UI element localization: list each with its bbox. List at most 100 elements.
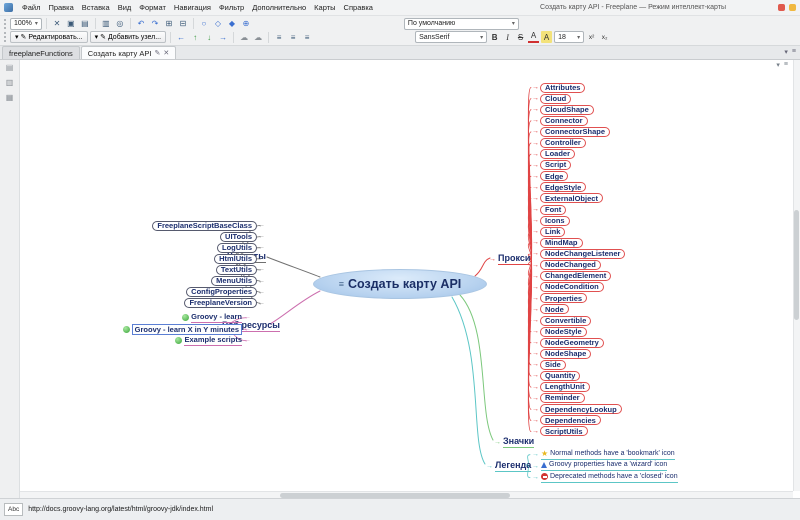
zoom-combo[interactable]: 100% ▾ [10, 17, 42, 30]
utils-child-node[interactable]: ConfigProperties ← [186, 287, 265, 298]
proxy-child-node[interactable]: → Link [532, 226, 625, 237]
proxy-child-node[interactable]: → ExternalObject [532, 193, 625, 204]
map-canvas[interactable]: ▾ ≡ ≡ Создать карту API → Прокси → Attri… [20, 60, 800, 498]
web-child-node[interactable]: Groovy - learn ← [182, 312, 251, 324]
proxy-child-node[interactable]: → NodeShape [532, 348, 625, 359]
utils-child-node[interactable]: HtmlUtils ← [214, 253, 265, 264]
tab-close-icon[interactable]: ✕ [163, 50, 169, 57]
move-node-right-icon[interactable]: → [217, 31, 229, 43]
utils-child-node[interactable]: UITools ← [220, 231, 265, 242]
vertical-scrollbar[interactable] [793, 60, 800, 491]
find-icon[interactable]: ◎ [114, 18, 126, 30]
cloud-remove-icon[interactable]: ☁ [252, 31, 264, 43]
node-proxy[interactable]: → Прокси [489, 253, 531, 265]
style-combo[interactable]: По умолчанию ▾ [403, 17, 519, 30]
utils-child-node[interactable]: LogUtils ← [217, 242, 265, 253]
proxy-child-node[interactable]: → Dependencies [532, 415, 625, 426]
proxy-child-node[interactable]: → NodeStyle [532, 326, 625, 337]
connector-diamond-icon[interactable]: ◇ [212, 18, 224, 30]
strikethrough-button[interactable]: S [515, 31, 526, 43]
add-node-button[interactable]: ▾ ✎ Добавить узел... [89, 31, 167, 44]
proxy-child-node[interactable]: → CloudShape [532, 104, 625, 115]
icons-toolbar-item[interactable]: ▥ [6, 79, 14, 87]
icons-toolbar-item[interactable]: ▦ [6, 94, 14, 102]
bold-button[interactable]: B [489, 31, 500, 43]
proxy-child-node[interactable]: → EdgeStyle [532, 182, 625, 193]
toolbar-drag-handle[interactable] [4, 32, 8, 42]
proxy-child-node[interactable]: → Controller [532, 137, 625, 149]
toolbar-drag-handle[interactable] [4, 19, 8, 29]
node-icons-branch[interactable]: → Значки [494, 436, 535, 448]
close-window-icon[interactable] [778, 4, 785, 11]
spellcheck-icon[interactable]: Abc [4, 503, 24, 516]
proxy-child-node[interactable]: → ConnectorShape [532, 126, 625, 137]
proxy-child-node[interactable]: → Icons [532, 215, 625, 226]
proxy-child-node[interactable]: → NodeGeometry [532, 337, 625, 348]
paste-icon[interactable]: ▤ [79, 18, 91, 30]
copy-icon[interactable]: ▣ [65, 18, 77, 30]
utils-child-node[interactable]: FreeplaneScriptBaseClass ← [152, 220, 265, 231]
proxy-child-node[interactable]: → Convertible [532, 315, 625, 326]
scrollbar-thumb[interactable] [794, 210, 799, 320]
proxy-child-node[interactable]: → ScriptUtils [532, 426, 625, 437]
proxy-child-node[interactable]: → NodeChanged [532, 260, 625, 271]
font-family-combo[interactable]: SansSerif ▾ [415, 31, 488, 44]
web-child-node[interactable]: Groovy - learn X in Y minutes ← [122, 323, 251, 336]
cloud-add-icon[interactable]: ☁ [238, 31, 250, 43]
proxy-child-node[interactable]: → Attributes [532, 82, 625, 93]
menu-item[interactable]: Формат [135, 2, 170, 13]
menu-item[interactable]: Справка [340, 2, 377, 13]
horizontal-scrollbar[interactable] [20, 491, 793, 498]
align-left-icon[interactable]: ≡ [273, 31, 285, 43]
root-node[interactable]: ≡ Создать карту API [313, 269, 487, 299]
menu-item[interactable]: Карты [310, 2, 339, 13]
proxy-child-node[interactable]: → Script [532, 160, 625, 171]
proxy-child-node[interactable]: → Side [532, 359, 625, 370]
proxy-child-node[interactable]: → Loader [532, 149, 625, 160]
proxy-child-node[interactable]: → ChangedElement [532, 271, 625, 282]
legend-item[interactable]: → Groovy properties have a 'wizard' icon [532, 461, 678, 473]
tab-create-api-map[interactable]: Создать карту API ✎ ✕ [80, 46, 177, 59]
proxy-child-node[interactable]: → Font [532, 204, 625, 215]
status-link[interactable]: http://docs.groovy-lang.org/latest/html/… [28, 506, 213, 513]
icons-toolbar-item[interactable]: ▤ [6, 64, 14, 72]
tab-menu-icon[interactable]: ≡ [792, 48, 796, 56]
menu-item[interactable]: Файл [18, 2, 44, 13]
menu-item[interactable]: Дополнительно [248, 2, 310, 13]
tab-collapse-icon[interactable]: ▾ [784, 48, 788, 56]
undo-icon[interactable]: ↶ [135, 18, 147, 30]
unfold-icon[interactable]: ⊞ [163, 18, 175, 30]
proxy-child-node[interactable]: → Reminder [532, 393, 625, 404]
italic-button[interactable]: I [502, 31, 513, 43]
minimize-window-icon[interactable] [789, 4, 796, 11]
move-node-left-icon[interactable]: ← [175, 31, 187, 43]
font-size-combo[interactable]: 18 ▾ [554, 31, 585, 44]
web-child-node[interactable]: Example scripts ← [175, 335, 251, 347]
utils-child-node[interactable]: FreeplaneVersion ← [184, 298, 265, 309]
print-icon[interactable]: ▥ [100, 18, 112, 30]
utils-child-node[interactable]: TextUtils ← [215, 264, 265, 275]
subscript-button[interactable]: x₂ [599, 31, 610, 43]
redo-icon[interactable]: ↷ [149, 18, 161, 30]
menu-item[interactable]: Вид [114, 2, 136, 13]
edit-node-button[interactable]: ▾ ✎ Редактировать... [10, 31, 88, 44]
proxy-child-node[interactable]: → DependencyLookup [532, 404, 625, 415]
proxy-child-node[interactable]: → Cloud [532, 93, 625, 104]
link-icon[interactable]: ⊕ [240, 18, 252, 30]
align-right-icon[interactable]: ≡ [301, 31, 313, 43]
superscript-button[interactable]: x² [586, 31, 597, 43]
menu-item[interactable]: Навигация [170, 2, 215, 13]
legend-item[interactable]: → ★ Normal methods have a 'bookmark' ico… [532, 449, 678, 461]
align-center-icon[interactable]: ≡ [287, 31, 299, 43]
move-node-up-icon[interactable]: ↑ [189, 31, 201, 43]
proxy-child-node[interactable]: → Properties [532, 293, 625, 304]
scrollbar-thumb[interactable] [280, 493, 510, 498]
panel-collapse-icon[interactable]: ▾ [776, 61, 780, 69]
panel-menu-icon[interactable]: ≡ [784, 61, 788, 69]
fold-icon[interactable]: ⊟ [177, 18, 189, 30]
menu-item[interactable]: Вставка [78, 2, 114, 13]
cut-icon[interactable]: ✕ [51, 18, 63, 30]
proxy-child-node[interactable]: → LengthUnit [532, 382, 625, 393]
utils-child-node[interactable]: MenuUtils ← [211, 275, 265, 287]
font-color-button[interactable]: A [528, 32, 540, 43]
